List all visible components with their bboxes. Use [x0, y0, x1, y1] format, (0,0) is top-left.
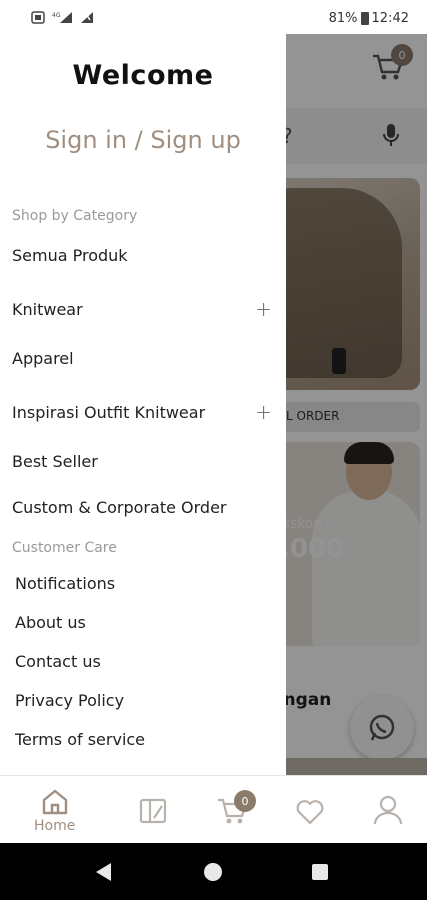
nav-wishlist[interactable] [295, 798, 325, 826]
status-right: 81% 12:42 [329, 11, 409, 26]
expand-plus-icon[interactable]: + [255, 297, 272, 321]
signal-icon: 4G [52, 12, 72, 23]
menu-item-knitwear[interactable]: Knitwear + [12, 297, 274, 321]
menu-item-notifications[interactable]: Notifications [15, 574, 115, 593]
expand-plus-icon[interactable]: + [255, 400, 272, 424]
drawer-title: Welcome [72, 60, 214, 91]
signal-icon-2 [81, 12, 93, 23]
navigation-drawer: Welcome Sign in / Sign up Shop by Catego… [0, 34, 286, 775]
menu-item-partially-visible[interactable]: ······· [15, 768, 85, 775]
menu-item-semua-produk[interactable]: Semua Produk [12, 246, 274, 265]
menu-item-about-us[interactable]: About us [15, 613, 86, 632]
menu-item-inspirasi-outfit[interactable]: Inspirasi Outfit Knitwear + [12, 400, 274, 424]
menu-item-label: Apparel [12, 349, 74, 368]
nav-account[interactable] [373, 794, 403, 826]
nav-home[interactable]: Home [34, 788, 75, 834]
status-bar: 4G 81% 12:42 [0, 0, 427, 34]
customer-care-heading: Customer Care [12, 540, 117, 556]
menu-item-terms-of-service[interactable]: Terms of service [15, 730, 145, 749]
menu-item-label: Inspirasi Outfit Knitwear [12, 402, 206, 422]
menu-item-label: Knitwear [12, 299, 83, 319]
notification-icon [31, 11, 45, 24]
menu-item-label: Custom & Corporate Order [12, 498, 227, 517]
system-navigation-bar [0, 843, 427, 900]
menu-item-custom-order[interactable]: Custom & Corporate Order [12, 498, 274, 517]
recent-apps-icon[interactable] [312, 864, 328, 880]
menu-item-apparel[interactable]: Apparel [12, 349, 274, 368]
nav-cart[interactable]: 0 [216, 790, 256, 826]
menu-item-label: Best Seller [12, 452, 98, 471]
nav-catalog[interactable] [138, 796, 168, 826]
catalog-icon [139, 798, 167, 824]
sign-in-link[interactable]: Sign in / Sign up [0, 126, 286, 154]
heart-icon [296, 800, 324, 825]
menu-item-best-seller[interactable]: Best Seller [12, 452, 274, 471]
svg-text:4G: 4G [52, 12, 61, 19]
menu-item-privacy-policy[interactable]: Privacy Policy [15, 691, 124, 710]
status-icons: 4G [30, 9, 94, 25]
bottom-navigation: Home 0 [0, 775, 427, 843]
menu-item-contact-us[interactable]: Contact us [15, 652, 101, 671]
menu-item-label: Semua Produk [12, 246, 128, 265]
nav-cart-badge: 0 [234, 790, 256, 812]
user-icon [373, 795, 403, 825]
category-heading: Shop by Category [12, 208, 138, 224]
battery-percent: 81% [328, 11, 358, 26]
back-icon[interactable] [96, 863, 111, 881]
home-icon [42, 789, 67, 815]
clock: 12:42 [371, 11, 409, 26]
home-circle-icon[interactable] [204, 863, 222, 881]
battery-icon [360, 12, 369, 25]
nav-home-label: Home [34, 818, 76, 834]
